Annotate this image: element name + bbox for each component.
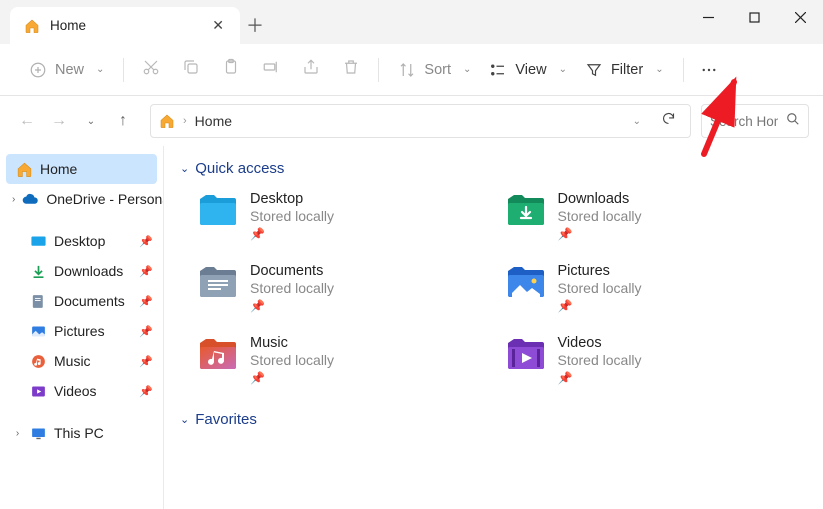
- pictures-icon: [30, 323, 47, 340]
- content-pane: ⌄ Quick access DesktopStored locally📌 Do…: [164, 146, 823, 509]
- sidebar-item-documents[interactable]: Documents 📌: [0, 286, 163, 316]
- pin-icon: 📌: [558, 299, 642, 313]
- pin-icon: 📌: [250, 227, 334, 241]
- chevron-right-icon: ›: [183, 115, 187, 127]
- refresh-button[interactable]: [655, 111, 682, 131]
- minimize-button[interactable]: [685, 0, 731, 34]
- folder-videos[interactable]: VideosStored locally📌: [506, 335, 814, 385]
- paste-button[interactable]: [222, 58, 240, 81]
- view-icon: [489, 61, 507, 79]
- breadcrumb[interactable]: Home: [195, 113, 625, 129]
- filter-icon: [585, 61, 603, 79]
- title-bar: Home ✕ ＋: [0, 0, 823, 44]
- address-dropdown[interactable]: ⌄: [633, 116, 641, 127]
- up-button[interactable]: ↑: [112, 110, 134, 132]
- search-box[interactable]: [701, 104, 809, 138]
- pin-icon: 📌: [558, 371, 642, 385]
- pin-icon: 📌: [250, 299, 334, 313]
- view-button[interactable]: View⌄: [480, 56, 576, 84]
- chevron-down-icon: ⌄: [96, 64, 104, 75]
- folder-desktop[interactable]: DesktopStored locally📌: [198, 191, 506, 241]
- close-window-button[interactable]: [777, 0, 823, 34]
- sidebar-item-videos[interactable]: Videos 📌: [0, 376, 163, 406]
- music-icon: [30, 353, 47, 370]
- tab-home[interactable]: Home ✕: [10, 7, 240, 44]
- delete-button[interactable]: [342, 58, 360, 81]
- pin-icon: 📌: [139, 385, 153, 398]
- sort-icon: [398, 61, 416, 79]
- sidebar-item-onedrive[interactable]: › OneDrive - Personal: [0, 184, 163, 214]
- folder-documents-icon: [198, 263, 238, 301]
- pin-icon: 📌: [558, 227, 642, 241]
- close-tab-button[interactable]: ✕: [206, 14, 230, 37]
- nav-bar: ← → ⌄ ↑ › Home ⌄: [0, 96, 823, 146]
- address-bar[interactable]: › Home ⌄: [150, 104, 691, 138]
- section-quick-access[interactable]: ⌄ Quick access: [180, 160, 813, 177]
- sort-button[interactable]: Sort⌄: [389, 56, 480, 84]
- back-button[interactable]: ←: [16, 110, 38, 132]
- tab-title: Home: [50, 18, 86, 33]
- folder-desktop-icon: [198, 191, 238, 229]
- sidebar-item-downloads[interactable]: Downloads 📌: [0, 256, 163, 286]
- chevron-down-icon: ⌄: [180, 413, 189, 426]
- filter-button[interactable]: Filter⌄: [576, 56, 673, 84]
- pin-icon: 📌: [139, 325, 153, 338]
- copy-button[interactable]: [182, 58, 200, 81]
- chevron-right-icon[interactable]: ›: [12, 428, 23, 439]
- forward-button[interactable]: →: [48, 110, 70, 132]
- new-button[interactable]: New⌄: [20, 56, 113, 84]
- chevron-right-icon[interactable]: ›: [12, 194, 15, 205]
- download-icon: [30, 263, 47, 280]
- documents-icon: [30, 293, 47, 310]
- sidebar-item-home[interactable]: Home: [6, 154, 157, 184]
- folder-music-icon: [198, 335, 238, 373]
- cloud-icon: [22, 191, 39, 208]
- more-button[interactable]: [694, 56, 724, 84]
- home-icon: [16, 161, 33, 178]
- plus-circle-icon: [29, 61, 47, 79]
- chevron-down-icon: ⌄: [180, 162, 189, 175]
- toolbar: New⌄ Sort⌄ View⌄ Filter⌄: [0, 44, 823, 96]
- folder-downloads[interactable]: DownloadsStored locally📌: [506, 191, 814, 241]
- folder-music[interactable]: MusicStored locally📌: [198, 335, 506, 385]
- maximize-button[interactable]: [731, 0, 777, 34]
- section-favorites[interactable]: ⌄ Favorites: [180, 411, 813, 428]
- share-button[interactable]: [302, 58, 320, 81]
- sidebar-item-thispc[interactable]: › This PC: [0, 418, 163, 448]
- home-icon: [159, 113, 175, 129]
- sidebar-item-desktop[interactable]: Desktop 📌: [0, 226, 163, 256]
- folder-videos-icon: [506, 335, 546, 373]
- folder-documents[interactable]: DocumentsStored locally📌: [198, 263, 506, 313]
- chevron-down-icon: ⌄: [463, 64, 471, 75]
- pin-icon: 📌: [139, 265, 153, 278]
- monitor-icon: [30, 425, 47, 442]
- home-icon: [24, 18, 40, 34]
- chevron-down-icon: ⌄: [559, 64, 567, 75]
- search-icon: [786, 112, 800, 131]
- chevron-down-icon: ⌄: [655, 64, 663, 75]
- nav-sidebar: Home › OneDrive - Personal Desktop 📌 Dow…: [0, 146, 164, 509]
- folder-pictures-icon: [506, 263, 546, 301]
- pin-icon: 📌: [139, 235, 153, 248]
- folder-downloads-icon: [506, 191, 546, 229]
- pin-icon: 📌: [250, 371, 334, 385]
- add-tab-button[interactable]: ＋: [240, 7, 270, 43]
- videos-icon: [30, 383, 47, 400]
- search-input[interactable]: [710, 114, 778, 129]
- sidebar-item-pictures[interactable]: Pictures 📌: [0, 316, 163, 346]
- pin-icon: 📌: [139, 355, 153, 368]
- desktop-icon: [30, 233, 47, 250]
- cut-button[interactable]: [142, 58, 160, 81]
- pin-icon: 📌: [139, 295, 153, 308]
- recent-button[interactable]: ⌄: [80, 110, 102, 132]
- folder-pictures[interactable]: PicturesStored locally📌: [506, 263, 814, 313]
- rename-button[interactable]: [262, 58, 280, 81]
- ellipsis-icon: [700, 61, 718, 79]
- sidebar-item-music[interactable]: Music 📌: [0, 346, 163, 376]
